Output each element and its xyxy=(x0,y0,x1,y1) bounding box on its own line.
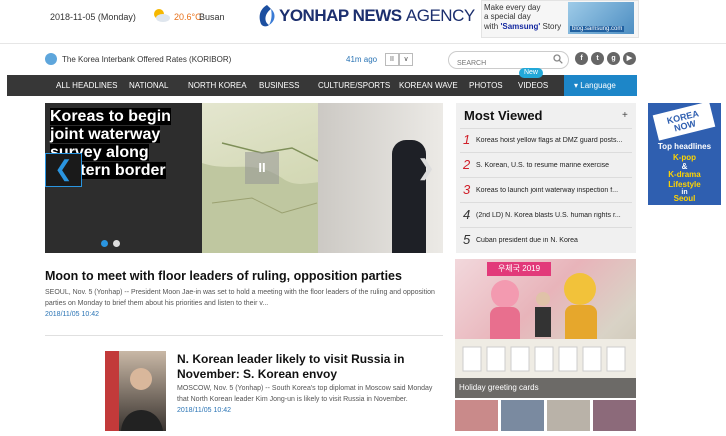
slider-dot-active[interactable] xyxy=(101,240,108,247)
mv-item-4[interactable]: (2nd LD) N. Korea blasts U.S. human righ… xyxy=(476,212,630,219)
mv-rank: 5 xyxy=(463,232,471,247)
story2-date: 2018/11/05 10:42 xyxy=(177,407,231,414)
ticker-expand-button[interactable]: ∨ xyxy=(399,53,413,66)
nav-photos[interactable]: PHOTOS xyxy=(469,81,503,90)
ad-text-lifestyle: Lifestyle xyxy=(668,180,701,189)
date-label: 2018-11-05 (Monday) xyxy=(50,12,136,22)
nav-videos[interactable]: VIDEOS xyxy=(518,81,548,90)
ticker-icon xyxy=(45,53,57,65)
nav-all-headlines[interactable]: ALL HEADLINES xyxy=(56,81,118,90)
mv-rank: 2 xyxy=(463,157,471,172)
ad-line-1: Make every day xyxy=(484,3,541,12)
mv-item-2[interactable]: S. Korean, U.S. to resume marine exercis… xyxy=(476,162,630,169)
slider-dot[interactable] xyxy=(113,240,120,247)
mv-divider xyxy=(460,177,632,178)
nav-business[interactable]: BUSINESS xyxy=(259,81,299,90)
partly-sunny-icon xyxy=(154,9,170,22)
ad-text-seoul: Seoul xyxy=(673,194,696,203)
mv-divider xyxy=(460,152,632,153)
logo-text: YONHAP NEWS AGENCY xyxy=(279,6,475,26)
nav-korean-wave[interactable]: KOREAN WAVE xyxy=(399,81,458,90)
slider-prev-button[interactable]: ❮ xyxy=(45,153,82,187)
photo-thumbnail[interactable] xyxy=(593,400,636,431)
story2-headline[interactable]: N. Korean leader likely to visit Russia … xyxy=(177,352,437,382)
ad-text-top-headlines: Top headlines xyxy=(657,142,712,151)
logo-main: YONHAP NEWS xyxy=(279,6,402,25)
yonhap-emblem-icon xyxy=(259,5,275,27)
nav-culture-sports[interactable]: CULTURE/SPORTS xyxy=(318,81,390,90)
ad-line-3: with 'Samsung' Story xyxy=(484,22,562,31)
mv-divider xyxy=(460,202,632,203)
google-plus-icon[interactable]: g xyxy=(607,52,620,65)
story2-thumbnail[interactable] xyxy=(105,351,166,431)
mv-divider xyxy=(460,227,632,228)
city-name: Busan xyxy=(199,12,225,22)
ticker-headline[interactable]: The Korea Interbank Offered Rates (KORIB… xyxy=(62,55,231,64)
mv-rank: 4 xyxy=(463,207,471,222)
photo-thumbnail[interactable] xyxy=(455,400,498,431)
most-viewed-more-button[interactable]: + xyxy=(622,110,628,121)
language-label: ▾ Language xyxy=(574,81,616,90)
ticker-time: 41m ago xyxy=(346,55,378,64)
new-badge: New xyxy=(519,68,543,78)
facebook-icon[interactable]: f xyxy=(575,52,588,65)
main-summary: SEOUL, Nov. 5 (Yonhap) -- President Moon… xyxy=(45,289,435,307)
temperature: 20.6°C xyxy=(174,12,202,22)
mv-item-3[interactable]: Koreas to launch joint waterway inspecti… xyxy=(476,187,630,194)
mv-rank: 1 xyxy=(463,132,471,147)
story-divider xyxy=(45,335,443,336)
search-icon[interactable] xyxy=(553,54,563,64)
mv-rank: 3 xyxy=(463,182,471,197)
photo-caption[interactable]: Holiday greeting cards xyxy=(459,383,539,392)
ticker-pause-button[interactable]: II xyxy=(385,53,399,66)
youtube-icon[interactable]: ▶ xyxy=(623,52,636,65)
ad-text-kpop: K-pop xyxy=(672,153,697,162)
mv-item-1[interactable]: Koreas hoist yellow flags at DMZ guard p… xyxy=(476,137,630,144)
slider-pause-button[interactable]: II xyxy=(245,152,279,184)
nav-national[interactable]: NATIONAL xyxy=(129,81,168,90)
mv-divider xyxy=(460,128,632,129)
ad-text-kdrama: K-drama xyxy=(668,170,701,179)
most-viewed-title: Most Viewed xyxy=(464,108,543,123)
nav-north-korea[interactable]: NORTH KOREA xyxy=(188,81,247,90)
logo-agency: AGENCY xyxy=(405,6,475,25)
photo-banner: 우체국 2019 xyxy=(487,262,551,276)
header-divider xyxy=(0,43,726,44)
search-box xyxy=(448,51,569,71)
most-viewed-panel xyxy=(456,103,636,253)
main-headline[interactable]: Moon to meet with floor leaders of rulin… xyxy=(45,269,402,283)
ad-url[interactable]: blog.samsung.com xyxy=(570,26,625,32)
photo-thumbnail[interactable] xyxy=(501,400,544,431)
mv-item-5[interactable]: Cuban president due in N. Korea xyxy=(476,237,630,244)
photo-thumbnail[interactable] xyxy=(547,400,590,431)
twitter-icon[interactable]: t xyxy=(591,52,604,65)
main-date: 2018/11/05 10:42 xyxy=(45,311,99,318)
ad-line-2: a special day xyxy=(484,12,531,21)
slider-next-button[interactable]: ❯ xyxy=(415,153,437,185)
story2-summary: MOSCOW, Nov. 5 (Yonhap) -- South Korea's… xyxy=(177,385,433,403)
